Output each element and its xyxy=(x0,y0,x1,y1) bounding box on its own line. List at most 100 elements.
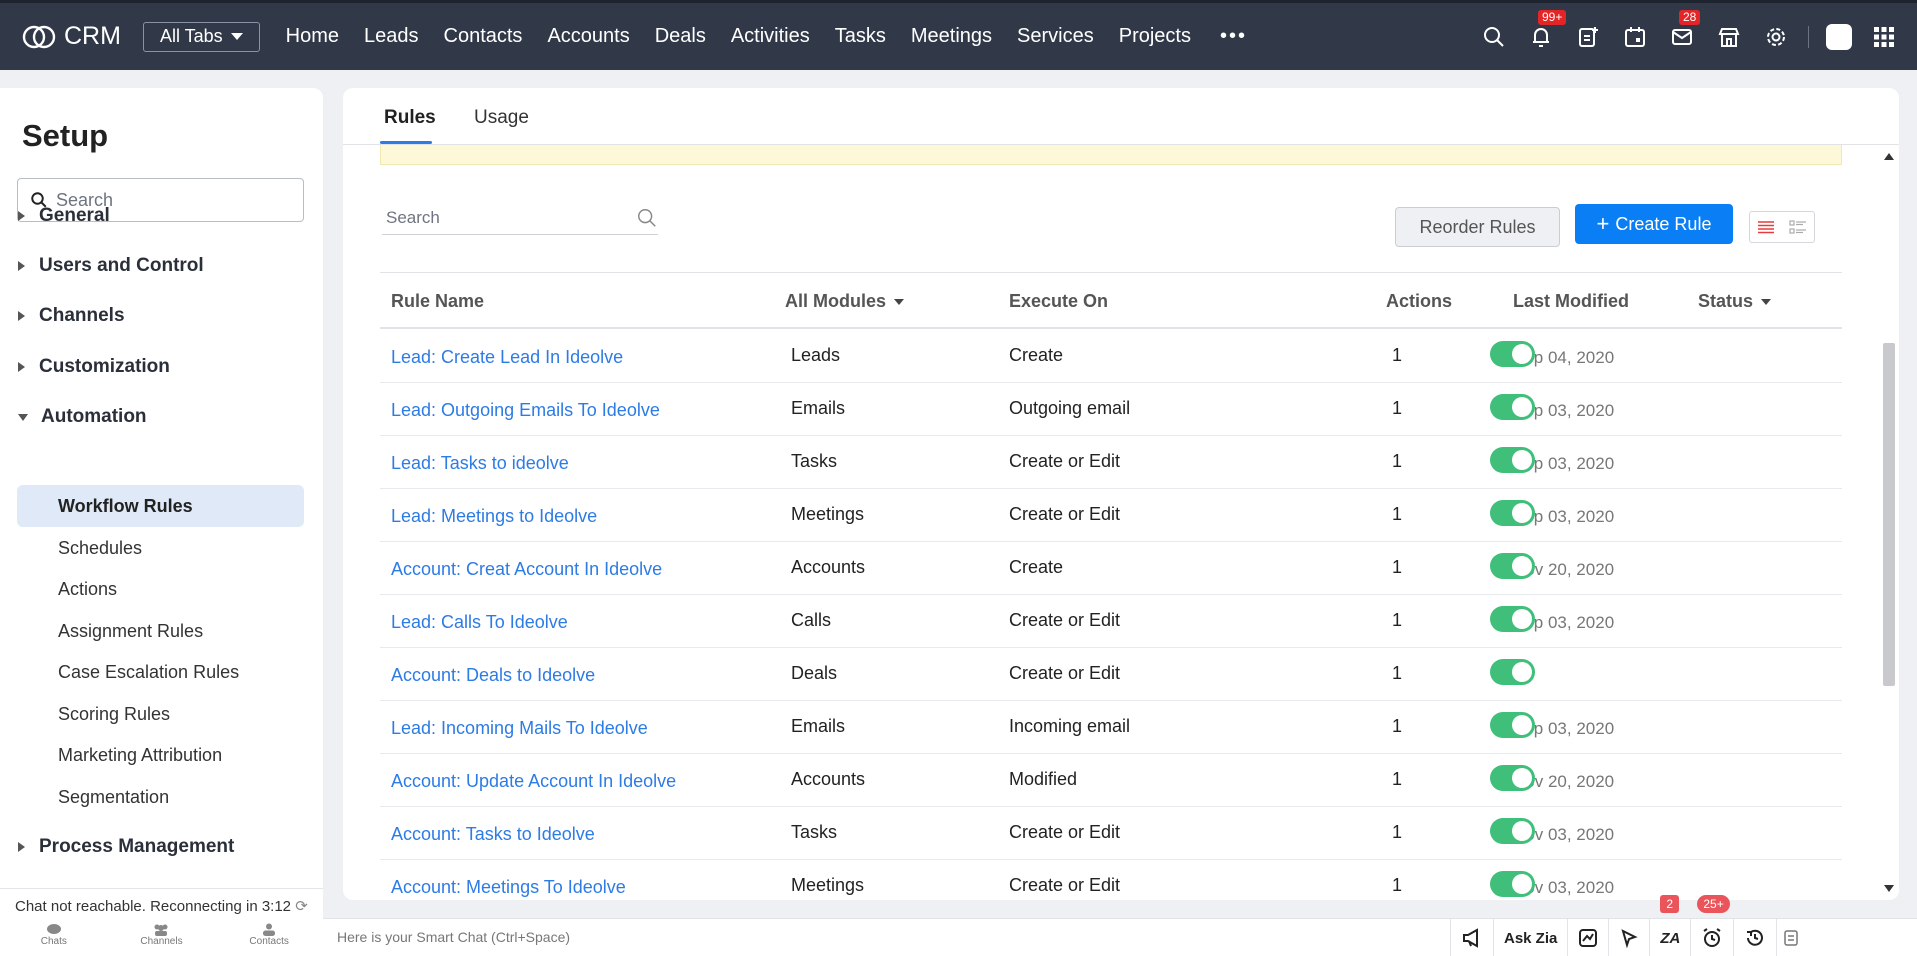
marketplace-button[interactable] xyxy=(1714,22,1744,52)
rule-actions-count: 1 xyxy=(1392,610,1403,630)
rule-name-link[interactable]: Account: Meetings To Ideolve xyxy=(391,877,626,898)
nav-home[interactable]: Home xyxy=(286,25,339,48)
sidebar-item-assignment-rules[interactable]: Assignment Rules xyxy=(17,610,304,652)
nav-deals[interactable]: Deals xyxy=(655,25,706,48)
sidebar-item-schedules[interactable]: Schedules xyxy=(17,527,304,569)
sidebar-group-general[interactable]: General xyxy=(18,205,110,227)
sidebar-item-segmentation[interactable]: Segmentation xyxy=(17,776,304,818)
history-button[interactable] xyxy=(1733,919,1776,956)
rule-name-link[interactable]: Account: Deals to Ideolve xyxy=(391,665,595,686)
analytics-button[interactable] xyxy=(1567,919,1608,956)
sidebar-group-users[interactable]: Users and Control xyxy=(18,255,204,277)
rule-name-link[interactable]: Lead: Calls To Ideolve xyxy=(391,612,568,633)
status-toggle[interactable] xyxy=(1490,394,1535,420)
sidebar-item-case-escalation-rules[interactable]: Case Escalation Rules xyxy=(17,651,304,693)
nav-accounts[interactable]: Accounts xyxy=(547,25,629,48)
sidebar-group-channels[interactable]: Channels xyxy=(18,305,125,327)
status-toggle[interactable] xyxy=(1490,712,1535,738)
settings-button[interactable] xyxy=(1761,22,1791,52)
status-toggle[interactable] xyxy=(1490,553,1535,579)
status-toggle[interactable] xyxy=(1490,659,1535,685)
table-row: Lead: Tasks to ideolve Tasks Create or E… xyxy=(380,436,1842,489)
rule-name-link[interactable]: Account: Tasks to Ideolve xyxy=(391,824,595,845)
new-record-button[interactable] xyxy=(1573,22,1603,52)
zia-button[interactable]: ZA 2 xyxy=(1649,895,1690,956)
detail-view-button[interactable] xyxy=(1782,212,1814,242)
status-toggle[interactable] xyxy=(1490,447,1535,473)
rule-name-link[interactable]: Account: Update Account In Ideolve xyxy=(391,771,676,792)
all-tabs-dropdown[interactable]: All Tabs xyxy=(142,21,260,52)
nav-contacts[interactable]: Contacts xyxy=(444,25,523,48)
calendar-button[interactable] xyxy=(1620,22,1650,52)
refresh-icon[interactable]: ⟳ xyxy=(295,898,308,915)
rule-module: Emails xyxy=(791,398,846,418)
reminders-button[interactable]: 25+ xyxy=(1690,895,1733,956)
search-icon[interactable] xyxy=(636,207,658,229)
nav-services[interactable]: Services xyxy=(1017,25,1094,48)
chat-tab-channels[interactable]: Channels xyxy=(121,923,201,947)
search-button[interactable] xyxy=(1479,22,1509,52)
status-toggle[interactable] xyxy=(1490,341,1535,367)
create-rule-button[interactable]: + Create Rule xyxy=(1575,204,1733,244)
caret-down-icon xyxy=(18,413,28,421)
ask-zia-button[interactable]: Ask Zia xyxy=(1493,919,1567,956)
status-toggle[interactable] xyxy=(1490,765,1535,791)
user-avatar[interactable] xyxy=(1826,23,1852,50)
sidebar-group-automation[interactable]: Automation xyxy=(18,406,147,428)
status-toggle[interactable] xyxy=(1490,500,1535,526)
notes-button[interactable] xyxy=(1776,919,1805,956)
notifications-button[interactable]: 99+ xyxy=(1526,9,1567,52)
rules-search-input[interactable]: Search xyxy=(382,201,658,235)
nav-meetings[interactable]: Meetings xyxy=(911,25,992,48)
announcements-button[interactable] xyxy=(1450,919,1493,956)
rule-name-link[interactable]: Lead: Create Lead In Ideolve xyxy=(391,347,623,368)
mail-badge: 28 xyxy=(1679,9,1701,25)
sidebar-item-marketing-attribution[interactable]: Marketing Attribution xyxy=(17,734,304,776)
status-toggle[interactable] xyxy=(1490,871,1535,897)
list-view-button[interactable] xyxy=(1750,212,1782,242)
status-toggle[interactable] xyxy=(1490,606,1535,632)
nav-tasks[interactable]: Tasks xyxy=(835,25,886,48)
feedback-button[interactable] xyxy=(1608,919,1649,956)
sidebar-group-customization[interactable]: Customization xyxy=(18,356,170,378)
group-label: Customization xyxy=(39,356,170,377)
group-label: Users and Control xyxy=(39,255,204,276)
scroll-up-icon[interactable] xyxy=(1884,153,1894,160)
tab-rules[interactable]: Rules xyxy=(384,107,436,129)
rule-actions-count: 1 xyxy=(1392,345,1403,365)
sidebar-item-scoring-rules[interactable]: Scoring Rules xyxy=(17,693,304,735)
rule-name-link[interactable]: Lead: Tasks to ideolve xyxy=(391,453,569,474)
smart-chat-input[interactable]: Here is your Smart Chat (Ctrl+Space) xyxy=(337,929,570,945)
chat-panel: Chat not reachable. Reconnecting in 3:12… xyxy=(0,888,323,956)
mail-button[interactable]: 28 xyxy=(1667,9,1701,52)
more-tabs-button[interactable]: ••• xyxy=(1220,25,1247,48)
caret-down-icon xyxy=(1761,298,1772,305)
status-toggle[interactable] xyxy=(1490,818,1535,844)
chat-tab-chats[interactable]: Chats xyxy=(14,923,94,947)
sidebar-item-actions[interactable]: Actions xyxy=(17,568,304,610)
reorder-rules-button[interactable]: Reorder Rules xyxy=(1395,207,1560,247)
nav-projects[interactable]: Projects xyxy=(1119,25,1191,48)
apps-button[interactable] xyxy=(1869,22,1899,52)
rule-name-link[interactable]: Lead: Meetings to Ideolve xyxy=(391,506,597,527)
col-modules-filter[interactable]: All Modules xyxy=(785,291,905,312)
table-row: Account: Tasks to Ideolve Tasks Create o… xyxy=(380,807,1842,860)
scrollbar-thumb[interactable] xyxy=(1883,343,1895,686)
nav-activities[interactable]: Activities xyxy=(731,25,810,48)
tab-usage[interactable]: Usage xyxy=(474,107,529,129)
caret-right-icon xyxy=(18,211,25,221)
rule-name-link[interactable]: Lead: Outgoing Emails To Ideolve xyxy=(391,400,660,421)
rule-name-link[interactable]: Lead: Incoming Mails To Ideolve xyxy=(391,718,648,739)
sidebar-item-workflow-rules[interactable]: Workflow Rules xyxy=(17,485,304,527)
rule-execute-on: Outgoing email xyxy=(1009,398,1131,418)
rule-module: Tasks xyxy=(791,822,838,842)
rule-module: Calls xyxy=(791,610,832,630)
col-status-filter[interactable]: Status xyxy=(1698,291,1772,312)
chat-tab-contacts[interactable]: Contacts xyxy=(229,923,309,947)
rule-name-link[interactable]: Account: Creat Account In Ideolve xyxy=(391,559,662,580)
nav-leads[interactable]: Leads xyxy=(364,25,419,48)
scroll-down-icon[interactable] xyxy=(1884,885,1894,892)
sidebar-group-process-management[interactable]: Process Management xyxy=(18,836,234,858)
rule-module: Tasks xyxy=(791,451,838,471)
crm-logo[interactable]: CRM xyxy=(22,22,121,51)
